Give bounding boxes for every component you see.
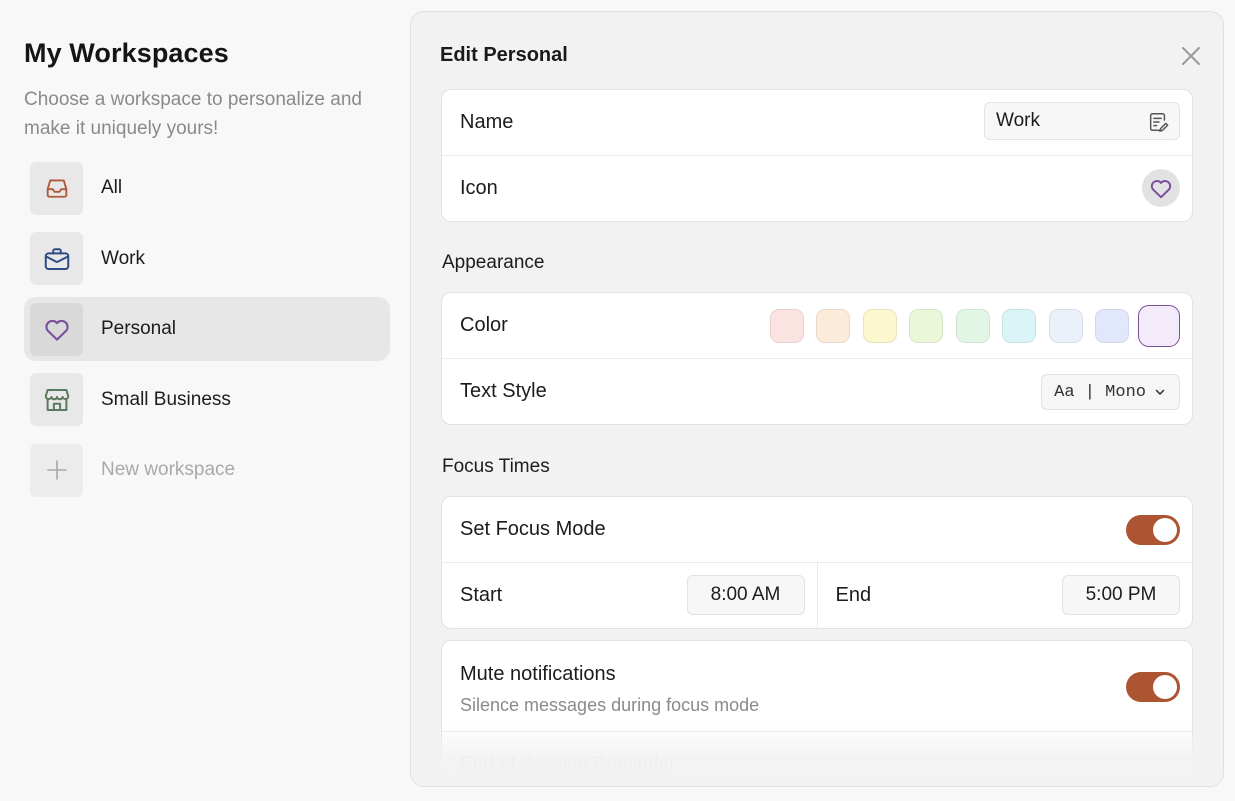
focus-mode-label: Set Focus Mode [460, 518, 606, 540]
end-label: End [835, 584, 872, 606]
mute-description: Silence messages during focus mode [460, 695, 760, 715]
end-time-group: End 5:00 PM [818, 563, 1193, 628]
color-label: Color [460, 314, 508, 336]
panel-title: Edit Personal [440, 44, 568, 66]
notifications-card: Mute notifications Silence messages duri… [441, 640, 1193, 786]
appearance-card: Color Text Style Aa | Mono [441, 292, 1193, 425]
focus-mode-row: Set Focus Mode [442, 497, 1192, 563]
time-row: Start 8:00 AM End 5:00 PM [442, 563, 1192, 628]
appearance-heading: Appearance [442, 252, 545, 273]
close-icon [1182, 47, 1200, 65]
inbox-icon [30, 161, 83, 215]
color-swatch[interactable] [862, 309, 897, 343]
sidebar-description: Choose a workspace to personalize and ma… [24, 89, 362, 139]
end-time-field[interactable]: 5:00 PM [1062, 575, 1180, 615]
edit-workspace-panel: Edit Personal Name Icon [410, 11, 1224, 787]
toggle-knob [1153, 518, 1177, 542]
color-swatch[interactable] [1095, 309, 1129, 343]
toggle-knob [1153, 675, 1177, 699]
workspace-item-small-business[interactable]: Small Business [24, 368, 390, 432]
plus-icon [30, 443, 83, 497]
workspace-list: All Work Personal Small Business New wor… [24, 156, 390, 509]
workspace-label: Small Business [101, 388, 231, 410]
name-label: Name [460, 111, 514, 133]
color-swatch[interactable] [1002, 309, 1036, 343]
heart-icon [30, 302, 83, 356]
workspace-item-work[interactable]: Work [24, 227, 390, 291]
sidebar-title: My Workspaces [24, 38, 229, 68]
focus-card: Set Focus Mode Start 8:00 AM End 5:00 PM [441, 496, 1193, 629]
name-input[interactable] [996, 110, 1136, 132]
briefcase-icon [30, 232, 83, 285]
icon-row: Icon [442, 156, 1192, 221]
color-swatches [757, 305, 1180, 347]
new-workspace-label: New workspace [101, 459, 236, 480]
general-card: Name Icon [441, 89, 1193, 222]
text-style-row: Text Style Aa | Mono [442, 359, 1192, 424]
mute-label: Mute notifications [460, 663, 616, 685]
focus-times-heading: Focus Times [442, 456, 550, 477]
start-time-field[interactable]: 8:00 AM [686, 575, 805, 615]
color-row: Color [442, 293, 1192, 359]
text-style-value: Aa | Mono [1054, 382, 1146, 402]
new-workspace-button[interactable]: New workspace [24, 438, 390, 502]
workspace-label: All [101, 177, 123, 198]
color-swatch[interactable] [1138, 305, 1180, 347]
mute-row: Mute notifications Silence messages duri… [442, 641, 1192, 731]
close-button[interactable] [1179, 44, 1203, 68]
name-row: Name [442, 90, 1192, 156]
text-style-select[interactable]: Aa | Mono [1041, 374, 1180, 410]
color-swatch[interactable] [909, 309, 943, 343]
heart-icon [1150, 180, 1172, 199]
icon-picker-button[interactable] [1142, 169, 1180, 207]
name-field[interactable] [984, 102, 1180, 140]
edit-note-icon[interactable] [1147, 111, 1169, 133]
chevron-down-icon [1155, 389, 1165, 395]
workspace-sidebar: My Workspaces Choose a workspace to pers… [0, 0, 410, 801]
color-swatch[interactable] [1048, 309, 1083, 343]
icon-label: Icon [460, 177, 498, 199]
session-reminder-row[interactable]: End of Session Reminder [442, 731, 1192, 786]
color-swatch[interactable] [769, 309, 804, 343]
text-style-label: Text Style [460, 380, 547, 402]
mute-toggle[interactable] [1126, 672, 1180, 702]
color-swatch[interactable] [816, 309, 850, 343]
workspace-label: Work [101, 247, 145, 269]
focus-mode-toggle[interactable] [1126, 515, 1180, 545]
workspace-label: Personal [101, 318, 176, 339]
session-reminder-label: End of Session Reminder [460, 754, 676, 775]
workspace-item-all[interactable]: All [24, 156, 390, 220]
color-swatch[interactable] [955, 309, 990, 343]
start-label: Start [460, 584, 503, 606]
workspace-item-personal[interactable]: Personal [24, 297, 390, 361]
start-time-group: Start 8:00 AM [442, 563, 818, 628]
storefront-icon [30, 373, 83, 426]
